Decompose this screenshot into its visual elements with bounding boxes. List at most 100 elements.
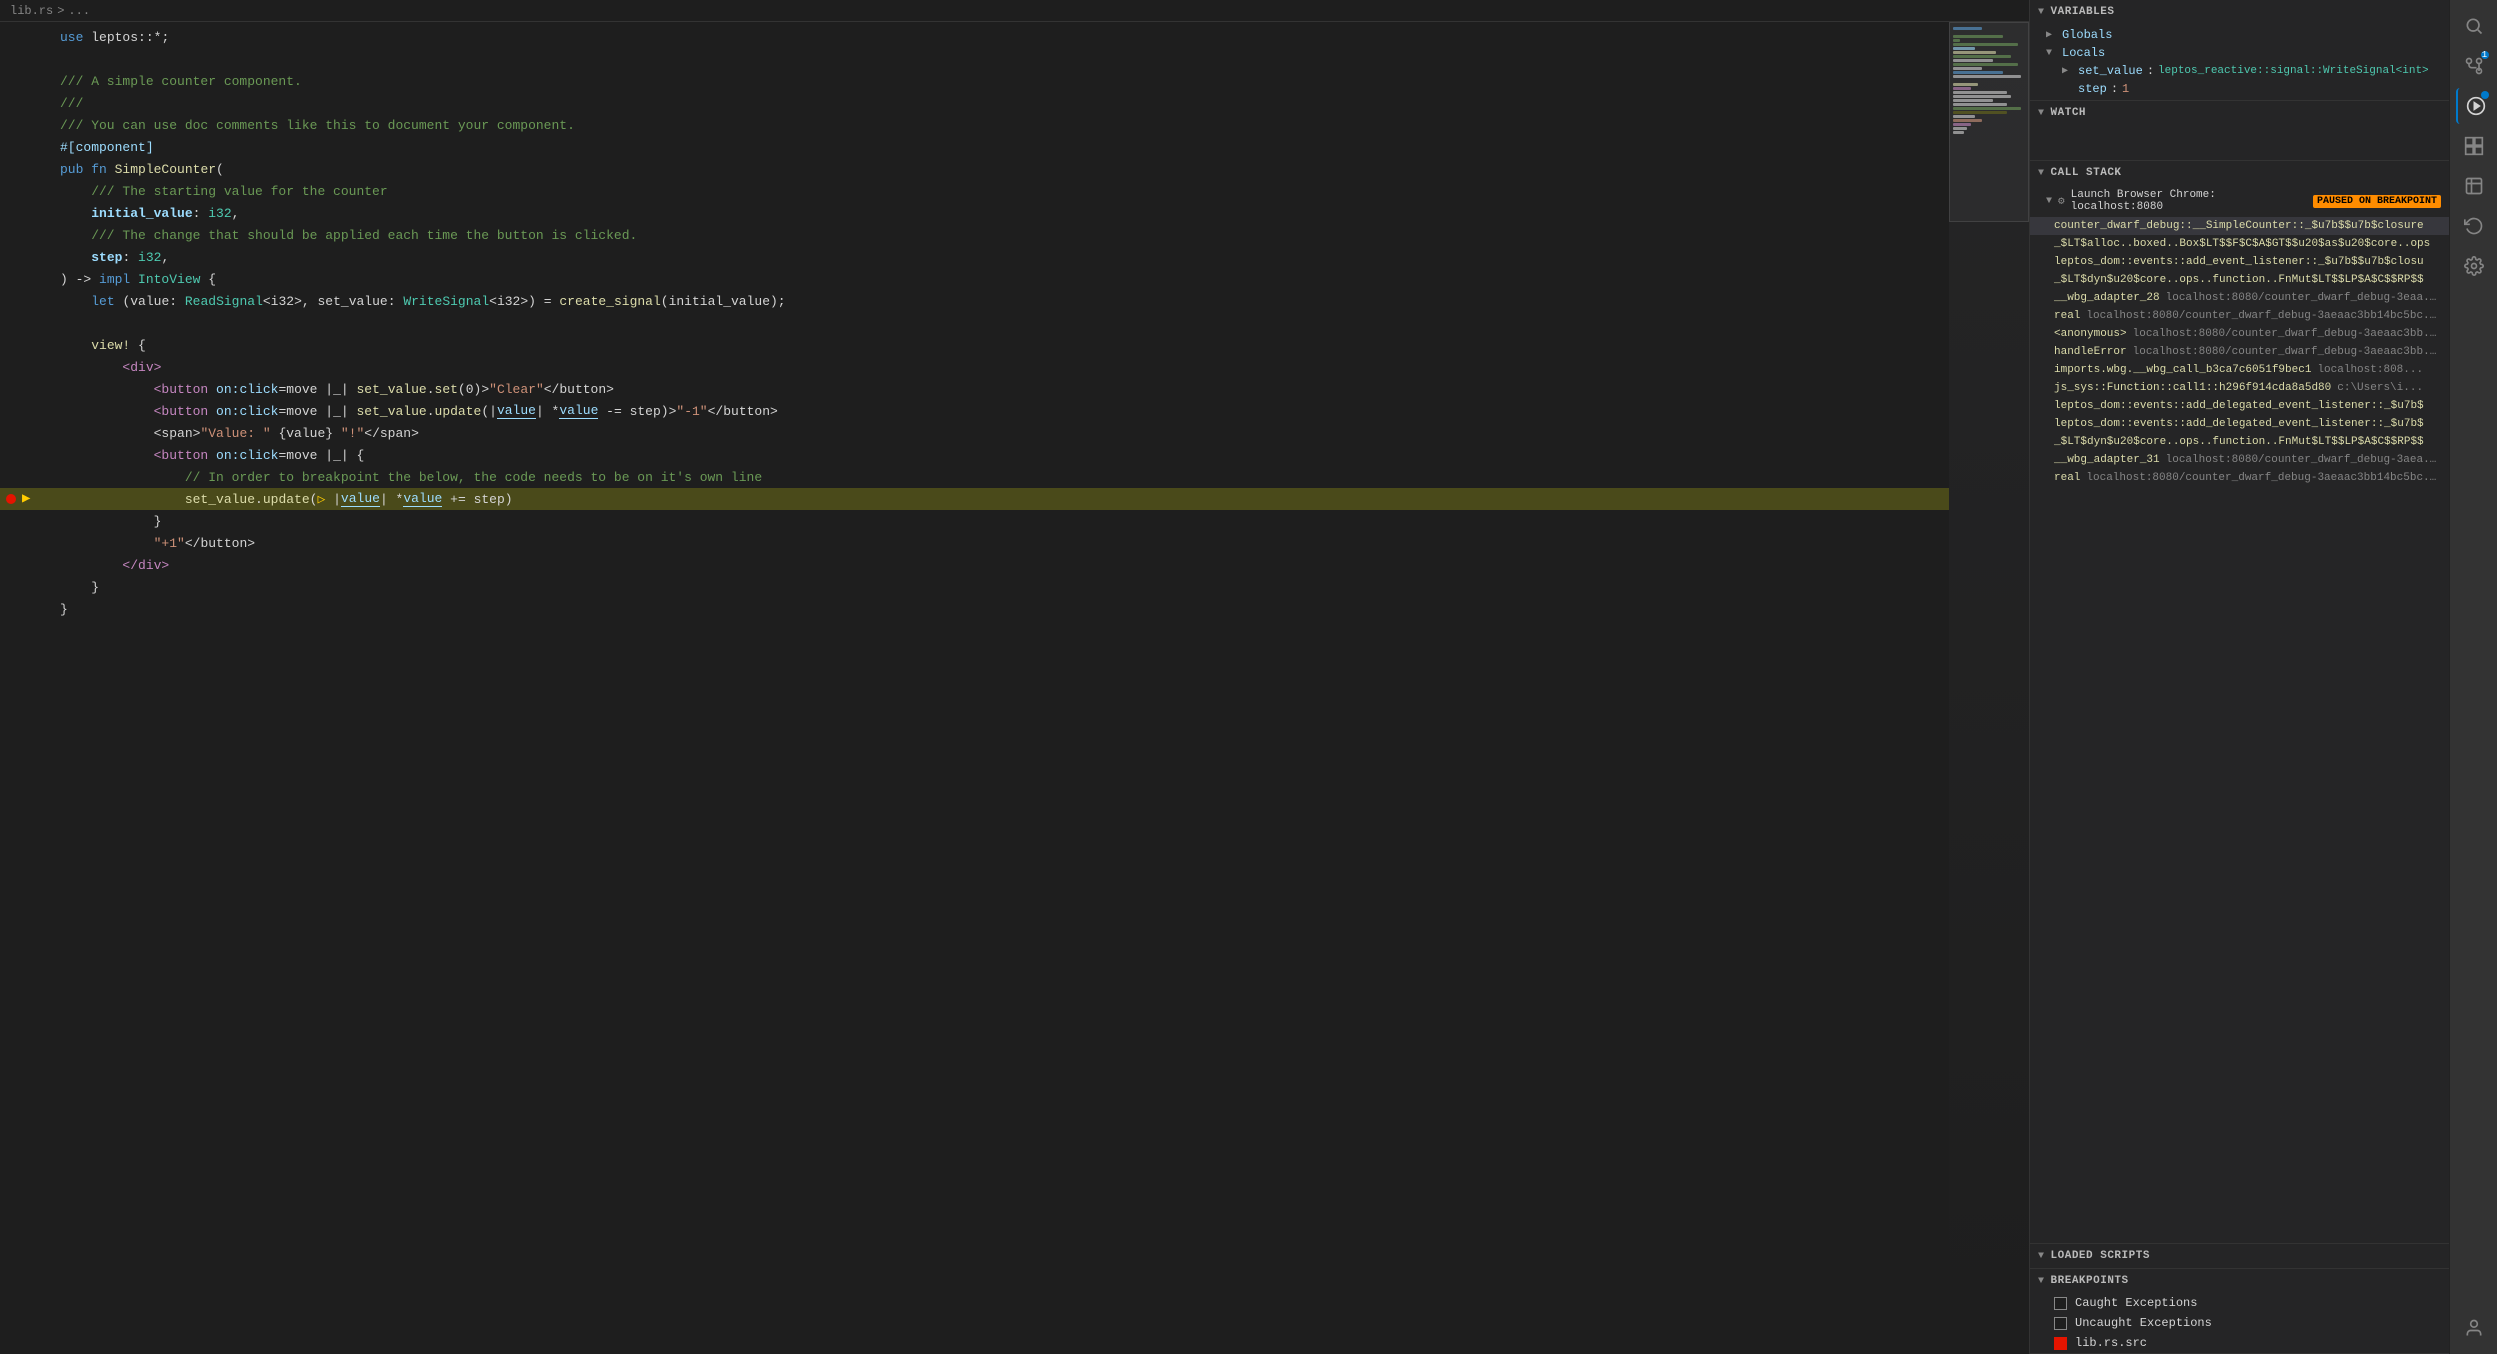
activity-bar: 1 xyxy=(2449,0,2497,1354)
code-line: 25 </div> xyxy=(0,554,1949,576)
breakpoints-chevron: ▼ xyxy=(2038,1276,2045,1287)
group-icon: ⚙ xyxy=(2058,194,2065,208)
variables-chevron: ▼ xyxy=(2038,7,2045,18)
debug-badge xyxy=(2481,91,2489,99)
code-line: 8 /// The starting value for the counter xyxy=(0,180,1949,202)
extensions-icon[interactable] xyxy=(2456,128,2492,164)
stack-frame[interactable]: counter_dwarf_debug::__SimpleCounter::_$… xyxy=(2030,217,2449,235)
variables-tree: ▶ Globals ▼ Locals ▶ set_value : leptos_… xyxy=(2030,24,2449,100)
var-step[interactable]: step : 1 xyxy=(2030,80,2449,98)
remote-icon[interactable] xyxy=(2456,168,2492,204)
globals-item[interactable]: ▶ Globals xyxy=(2030,26,2449,44)
code-line: 26 } xyxy=(0,576,1949,598)
callstack-group[interactable]: ▼ ⚙ Launch Browser Chrome: localhost:808… xyxy=(2030,185,2449,217)
breadcrumb-dots[interactable]: ... xyxy=(68,4,90,18)
code-line: 19 <span>"Value: " {value} "!"</span> xyxy=(0,422,1949,444)
breakpoint-uncaught[interactable]: Uncaught Exceptions xyxy=(2030,1313,2449,1333)
uncaught-checkbox[interactable] xyxy=(2054,1317,2067,1330)
loaded-scripts-section: ▼ LOADED SCRIPTS xyxy=(2030,1244,2449,1269)
code-line: 21 // In order to breakpoint the below, … xyxy=(0,466,1949,488)
debug-run-icon[interactable] xyxy=(2456,88,2492,124)
code-line: 15 view! { xyxy=(0,334,1949,356)
code-line: 10 /// The change that should be applied… xyxy=(0,224,1949,246)
stack-frame[interactable]: js_sys::Function::call1::h296f914cda8a5d… xyxy=(2030,379,2449,397)
code-line: 12 ) -> impl IntoView { xyxy=(0,268,1949,290)
group-name: Launch Browser Chrome: localhost:8080 xyxy=(2071,189,2307,213)
locals-item[interactable]: ▼ Locals xyxy=(2030,44,2449,62)
code-line: 27 } xyxy=(0,598,1949,620)
stack-frame[interactable]: <anonymous> localhost:8080/counter_dwarf… xyxy=(2030,325,2449,343)
code-line-breakpoint: 22 ▶ set_value.update(▷ |value| *value +… xyxy=(0,488,1949,510)
stack-frame[interactable]: __wbg_adapter_31 localhost:8080/counter_… xyxy=(2030,451,2449,469)
loaded-scripts-title: LOADED SCRIPTS xyxy=(2051,1250,2150,1262)
expand-icon-set-value: ▶ xyxy=(2062,65,2074,77)
minimap xyxy=(1949,22,2029,1354)
code-line: 16 <div> xyxy=(0,356,1949,378)
variables-section: ▼ VARIABLES ▶ Globals ▼ Locals ▶ set_val… xyxy=(2030,0,2449,101)
stack-frame[interactable]: _$LT$alloc..boxed..Box$LT$$F$C$A$GT$$u20… xyxy=(2030,235,2449,253)
debug-panel: ▼ VARIABLES ▶ Globals ▼ Locals ▶ set_val… xyxy=(2029,0,2449,1354)
stack-frame[interactable]: handleError localhost:8080/counter_dwarf… xyxy=(2030,343,2449,361)
code-line: 23 } xyxy=(0,510,1949,532)
stack-frame[interactable]: leptos_dom::events::add_event_listener::… xyxy=(2030,253,2449,271)
code-line: 5 /// You can use doc comments like this… xyxy=(0,114,1949,136)
code-line: 4 /// xyxy=(0,92,1949,114)
stack-frame[interactable]: __wbg_adapter_28 localhost:8080/counter_… xyxy=(2030,289,2449,307)
paused-badge: PAUSED ON BREAKPOINT xyxy=(2313,195,2441,208)
code-line: 18 <button on:click=move |_| set_value.u… xyxy=(0,400,1949,422)
callstack-title: CALL STACK xyxy=(2051,167,2122,179)
globals-label: Globals xyxy=(2062,28,2112,42)
breakpoints-title: BREAKPOINTS xyxy=(2051,1275,2129,1287)
code-line: 14 xyxy=(0,312,1949,334)
code-line: 20 <button on:click=move |_| { xyxy=(0,444,1949,466)
variables-header[interactable]: ▼ VARIABLES xyxy=(2030,0,2449,24)
user-avatar[interactable] xyxy=(2456,1310,2492,1346)
breadcrumb: lib.rs > ... xyxy=(0,0,2029,22)
code-line: 3 /// A simple counter component. xyxy=(0,70,1949,92)
code-line: 9 initial_value: i32, xyxy=(0,202,1949,224)
code-line: 2 xyxy=(0,48,1949,70)
watch-section: ▼ WATCH xyxy=(2030,101,2449,161)
caught-checkbox[interactable] xyxy=(2054,1297,2067,1310)
minimap-viewport xyxy=(1949,22,2029,222)
badge: 1 xyxy=(2481,51,2489,59)
breakpoints-section: ▼ BREAKPOINTS Caught Exceptions Uncaught… xyxy=(2030,1269,2449,1354)
callstack-header[interactable]: ▼ CALL STACK xyxy=(2030,161,2449,185)
variables-title: VARIABLES xyxy=(2051,6,2115,18)
stack-frame[interactable]: _$LT$dyn$u20$core..ops..function..FnMut$… xyxy=(2030,433,2449,451)
expand-icon: ▶ xyxy=(2046,29,2058,41)
uncaught-label: Uncaught Exceptions xyxy=(2075,1316,2212,1330)
watch-chevron: ▼ xyxy=(2038,108,2045,119)
code-line: 1 use leptos::*; xyxy=(0,26,1949,48)
settings-icon[interactable] xyxy=(2456,248,2492,284)
stack-frame[interactable]: leptos_dom::events::add_delegated_event_… xyxy=(2030,397,2449,415)
breakpoint-indicator xyxy=(6,494,16,504)
breakpoint-librs[interactable]: lib.rs.src xyxy=(2030,1333,2449,1353)
refresh-icon[interactable] xyxy=(2456,208,2492,244)
loaded-scripts-chevron: ▼ xyxy=(2038,1251,2045,1262)
code-line: 17 <button on:click=move |_| set_value.s… xyxy=(0,378,1949,400)
breadcrumb-sep: > xyxy=(57,4,64,18)
stack-frame[interactable]: _$LT$dyn$u20$core..ops..function..FnMut$… xyxy=(2030,271,2449,289)
loaded-scripts-header[interactable]: ▼ LOADED SCRIPTS xyxy=(2030,1244,2449,1268)
debug-arrow-icon: ▶ xyxy=(22,490,30,507)
search-icon[interactable] xyxy=(2456,8,2492,44)
locals-label: Locals xyxy=(2062,46,2105,60)
breakpoints-header[interactable]: ▼ BREAKPOINTS xyxy=(2030,1269,2449,1293)
callstack-section: ▼ CALL STACK ▼ ⚙ Launch Browser Chrome: … xyxy=(2030,161,2449,1244)
watch-header[interactable]: ▼ WATCH xyxy=(2030,101,2449,125)
breadcrumb-file[interactable]: lib.rs xyxy=(10,4,53,18)
stack-frame[interactable]: real localhost:8080/counter_dwarf_debug-… xyxy=(2030,469,2449,487)
librs-checkbox[interactable] xyxy=(2054,1337,2067,1350)
watch-title: WATCH xyxy=(2051,107,2087,119)
stack-frame[interactable]: real localhost:8080/counter_dwarf_debug-… xyxy=(2030,307,2449,325)
breakpoint-caught[interactable]: Caught Exceptions xyxy=(2030,1293,2449,1313)
code-line: 6 #[component] xyxy=(0,136,1949,158)
code-line: 13 let (value: ReadSignal<i32>, set_valu… xyxy=(0,290,1949,312)
stack-frame[interactable]: imports.wbg.__wbg_call_b3ca7c6051f9bec1 … xyxy=(2030,361,2449,379)
code-line: 24 "+1"</button> xyxy=(0,532,1949,554)
source-control-icon[interactable]: 1 xyxy=(2456,48,2492,84)
var-set-value[interactable]: ▶ set_value : leptos_reactive::signal::W… xyxy=(2030,62,2449,80)
caught-label: Caught Exceptions xyxy=(2075,1296,2197,1310)
stack-frame[interactable]: leptos_dom::events::add_delegated_event_… xyxy=(2030,415,2449,433)
